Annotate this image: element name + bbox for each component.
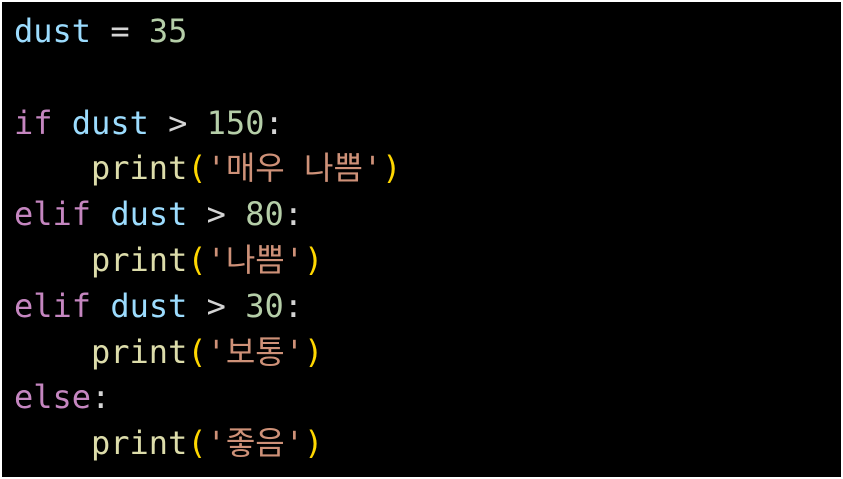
operator-token: > <box>187 195 246 234</box>
string-token: '보통' <box>206 332 305 371</box>
number-token: 30 <box>245 286 284 325</box>
code-line-1: dust = 35 <box>14 9 841 55</box>
paren-close-token: ) <box>304 424 324 463</box>
operator-token: = <box>91 12 149 50</box>
keyword-token: elif <box>14 286 92 325</box>
code-line-10: print('좋음') <box>14 421 841 467</box>
code-editor[interactable]: dust = 35 if dust > 150: print('매우 나쁨') … <box>2 2 841 477</box>
code-line-2-blank <box>14 55 841 101</box>
code-line-7: elif dust > 30: <box>14 284 841 330</box>
paren-open-token: ( <box>187 240 207 279</box>
colon-token: : <box>91 378 111 417</box>
variable-token: dust <box>91 286 188 325</box>
code-line-4: print('매우 나쁨') <box>14 146 841 192</box>
keyword-token: else <box>14 378 92 417</box>
paren-open-token: ( <box>187 149 207 188</box>
function-token: print <box>91 424 188 463</box>
number-token: 80 <box>245 195 284 234</box>
paren-close-token: ) <box>304 240 324 279</box>
keyword-token: if <box>14 103 53 142</box>
function-token: print <box>91 240 188 279</box>
function-token: print <box>91 332 188 371</box>
string-token: '매우 나쁨' <box>206 149 383 188</box>
code-line-3: if dust > 150: <box>14 101 841 147</box>
variable-token: dust <box>52 103 149 142</box>
function-token: print <box>91 149 188 188</box>
paren-close-token: ) <box>382 149 402 188</box>
code-line-6: print('나쁨') <box>14 238 841 284</box>
paren-open-token: ( <box>187 424 207 463</box>
operator-token: > <box>187 286 246 325</box>
colon-token: : <box>283 195 303 234</box>
colon-token: : <box>264 103 284 142</box>
code-line-5: elif dust > 80: <box>14 192 841 238</box>
paren-close-token: ) <box>304 332 324 371</box>
code-line-9: else: <box>14 375 841 421</box>
colon-token: : <box>283 286 303 325</box>
number-token: 35 <box>148 12 188 50</box>
variable-token: dust <box>14 12 92 50</box>
number-token: 150 <box>206 103 265 142</box>
string-token: '나쁨' <box>206 240 305 279</box>
paren-open-token: ( <box>187 332 207 371</box>
variable-token: dust <box>91 195 188 234</box>
code-line-8: print('보통') <box>14 330 841 376</box>
keyword-token: elif <box>14 195 92 234</box>
operator-token: > <box>148 103 207 142</box>
string-token: '좋음' <box>206 424 305 463</box>
